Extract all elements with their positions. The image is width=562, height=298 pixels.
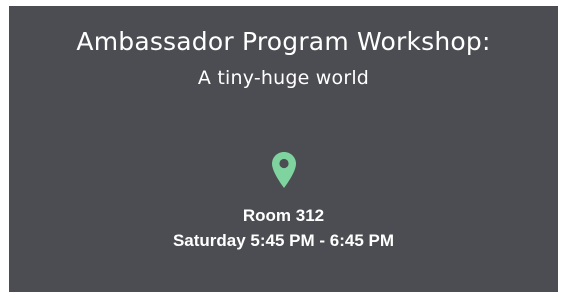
event-time: Saturday 5:45 PM - 6:45 PM <box>172 231 395 250</box>
map-pin-shape <box>272 152 296 188</box>
event-card: Ambassador Program Workshop: A tiny-huge… <box>9 6 558 292</box>
event-title: Ambassador Program Workshop: <box>76 27 491 56</box>
event-subtitle: A tiny-huge world <box>197 67 370 89</box>
event-room: Room 312 <box>242 206 325 225</box>
map-pin-icon <box>272 152 296 188</box>
map-pin-hole <box>279 158 289 169</box>
